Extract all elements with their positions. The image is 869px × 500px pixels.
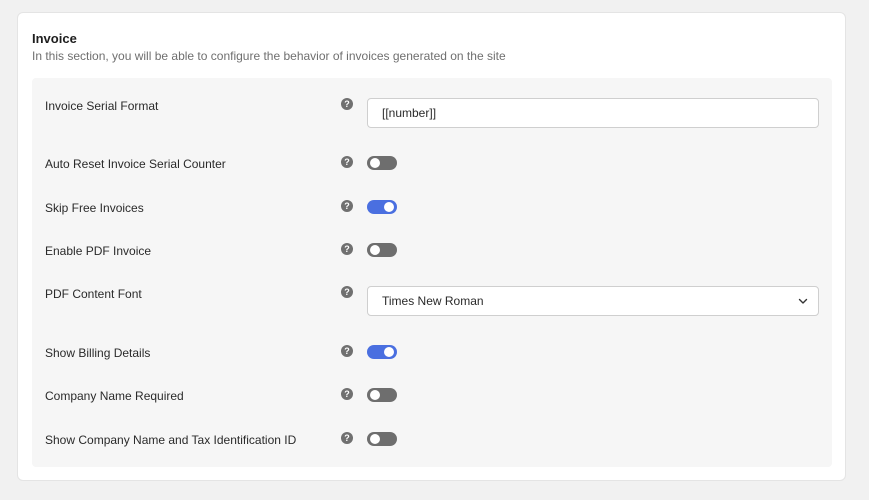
setting-label: Show Billing Details — [45, 346, 151, 360]
help-icon[interactable]: ? — [341, 345, 353, 357]
toggle-knob — [370, 158, 380, 168]
toggle-knob — [384, 347, 394, 357]
pdf-content-font-select[interactable]: Times New Roman — [367, 286, 819, 316]
help-icon[interactable]: ? — [341, 286, 353, 298]
setting-label: Enable PDF Invoice — [45, 244, 152, 258]
pdf-content-font-value: Times New Roman — [382, 294, 484, 308]
invoice-serial-format-input[interactable]: [[number]] — [367, 98, 819, 128]
setting-label: Show Company Name and Tax Identification… — [45, 433, 297, 447]
setting-label: PDF Content Font — [45, 287, 142, 301]
toggle-knob — [370, 390, 380, 400]
section-description: In this section, you will be able to con… — [32, 49, 506, 63]
help-icon[interactable]: ? — [341, 432, 353, 444]
toggle-knob — [384, 202, 394, 212]
chevron-down-icon — [798, 298, 808, 304]
company-name-required-toggle[interactable] — [367, 388, 397, 402]
invoice-settings-card: Invoice In this section, you will be abl… — [17, 12, 846, 481]
settings-panel: Invoice Serial Format ? [[number]] Auto … — [32, 78, 832, 467]
auto-reset-counter-toggle[interactable] — [367, 156, 397, 170]
help-icon[interactable]: ? — [341, 243, 353, 255]
skip-free-invoices-toggle[interactable] — [367, 200, 397, 214]
show-company-tax-id-toggle[interactable] — [367, 432, 397, 446]
help-icon[interactable]: ? — [341, 200, 353, 212]
setting-label: Company Name Required — [45, 389, 184, 403]
toggle-knob — [370, 434, 380, 444]
setting-label: Skip Free Invoices — [45, 201, 144, 215]
toggle-knob — [370, 245, 380, 255]
help-icon[interactable]: ? — [341, 156, 353, 168]
help-icon[interactable]: ? — [341, 98, 353, 110]
enable-pdf-invoice-toggle[interactable] — [367, 243, 397, 257]
section-title: Invoice — [32, 31, 77, 46]
setting-label: Invoice Serial Format — [45, 99, 159, 113]
show-billing-details-toggle[interactable] — [367, 345, 397, 359]
setting-label: Auto Reset Invoice Serial Counter — [45, 157, 226, 171]
help-icon[interactable]: ? — [341, 388, 353, 400]
